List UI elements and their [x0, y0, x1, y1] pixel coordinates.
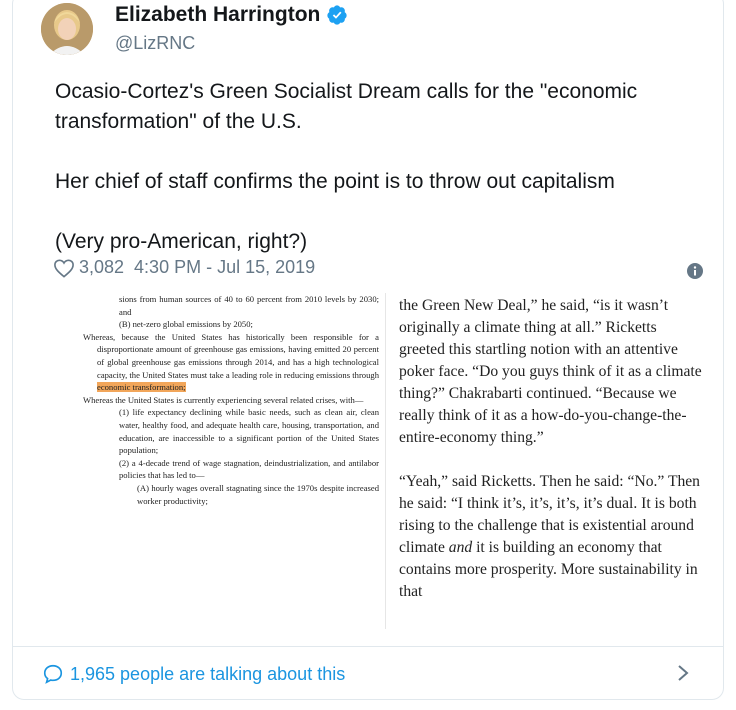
doc-line-text: Whereas, because the United States has h… — [83, 331, 379, 380]
doc-line: (2) a 4-decade trend of wage stagnation,… — [119, 457, 379, 481]
chevron-right-icon[interactable] — [676, 663, 690, 683]
like-count: 3,082 — [79, 257, 125, 277]
doc-line: sions from human sources of 40 to 60 per… — [119, 294, 379, 317]
heart-icon — [54, 258, 74, 278]
document-right-page: the Green New Deal,” he said, “is it was… — [399, 295, 705, 629]
highlighted-text: economic transformation; — [97, 382, 186, 393]
doc-line: (A) hourly wages overall stagnating sinc… — [137, 482, 379, 506]
like-button[interactable]: 3,082 — [53, 257, 124, 278]
doc-line: (1) life expectancy declining while basi… — [119, 407, 379, 456]
doc-paragraph: the Green New Deal,” he said, “is it was… — [399, 297, 702, 446]
doc-line: Whereas, because the United States has h… — [83, 331, 379, 394]
avatar[interactable] — [41, 3, 93, 55]
talking-link[interactable]: 1,965 people are talking about this — [42, 663, 345, 685]
user-handle[interactable]: @LizRNC — [115, 33, 195, 54]
tweet-media[interactable]: sions from human sources of 40 to 60 per… — [55, 293, 715, 629]
verified-badge-icon — [327, 5, 347, 25]
avatar-image — [41, 3, 93, 55]
conversation-footer[interactable]: 1,965 people are talking about this — [12, 646, 724, 698]
document-left-page: sions from human sources of 40 to 60 per… — [83, 293, 379, 629]
doc-line: Whereas the United States is currently e… — [83, 394, 364, 405]
tweet-card: Elizabeth Harrington @LizRNC Ocasio-Cort… — [12, 0, 724, 700]
display-name[interactable]: Elizabeth Harrington — [115, 3, 348, 27]
tweet-timestamp[interactable]: 4:30 PM - Jul 15, 2019 — [134, 257, 315, 278]
talking-text: 1,965 people are talking about this — [70, 663, 346, 684]
doc-paragraph: “Yeah,” said Ricketts. Then he said: “No… — [399, 471, 705, 603]
tweet-text: Ocasio-Cortez's Green Socialist Dream ca… — [55, 80, 638, 253]
comment-bubble-icon — [43, 664, 63, 684]
tweet-meta: 3,082 4:30 PM - Jul 15, 2019 — [53, 257, 315, 278]
doc-italic-text: and — [448, 539, 473, 556]
display-name-text: Elizabeth Harrington — [115, 3, 321, 26]
media-divider — [385, 293, 386, 629]
doc-line: (B) net-zero global emissions by 2050; — [119, 319, 253, 330]
info-icon[interactable] — [687, 263, 703, 279]
